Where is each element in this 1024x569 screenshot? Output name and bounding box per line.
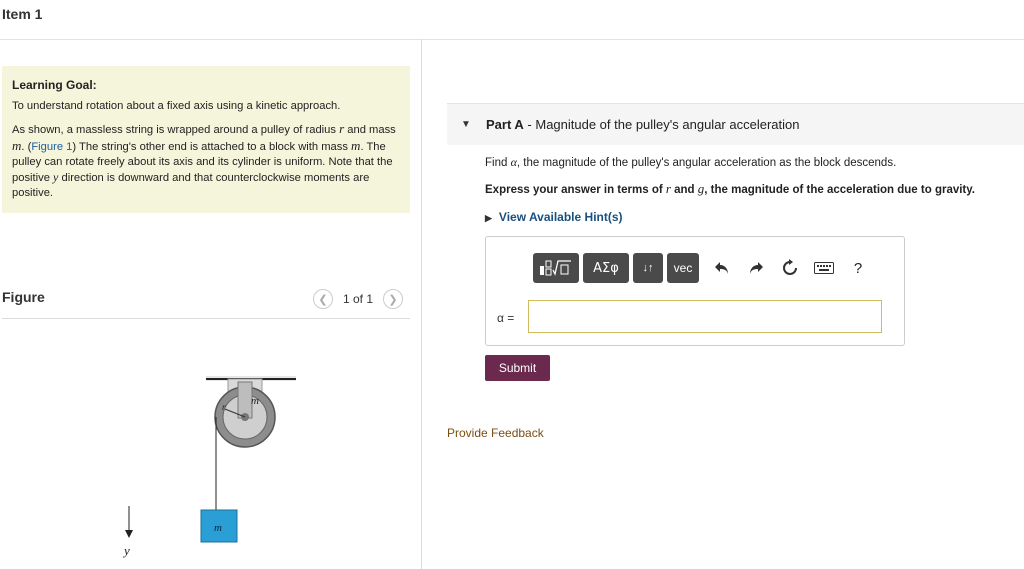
question-prompt: Find α, the magnitude of the pulley's an…	[485, 155, 896, 170]
hints-label: View Available Hint(s)	[498, 210, 623, 224]
item-title: Item 1	[2, 6, 43, 22]
header-divider	[0, 39, 1024, 40]
text: , the magnitude of the acceleration due …	[704, 184, 976, 196]
undo-button[interactable]	[707, 253, 737, 283]
text: As shown, a massless string is wrapped a…	[12, 124, 340, 136]
figure-label: Figure	[2, 289, 45, 305]
greek-symbols-button[interactable]: ΑΣφ	[583, 253, 629, 283]
fraction-root-templates-icon	[540, 260, 571, 276]
answer-input[interactable]	[528, 300, 882, 333]
collapse-caret-icon[interactable]: ▼	[461, 119, 471, 130]
text: ) The string's other end is attached to …	[72, 141, 352, 153]
mount-bracket	[237, 381, 253, 419]
text: . (	[21, 141, 32, 153]
figure-link[interactable]: Figure 1	[31, 141, 72, 153]
vector-button[interactable]: vec	[667, 253, 699, 283]
math-toolbar: ΑΣφ ↓↑ vec ?	[533, 253, 873, 283]
templates-button[interactable]	[533, 253, 579, 283]
part-a-heading: - Magnitude of the pulley's angular acce…	[523, 117, 800, 132]
redo-button[interactable]	[741, 253, 771, 283]
keyboard-icon	[814, 262, 834, 274]
text: Find	[485, 157, 511, 169]
learning-goal-intro: To understand rotation about a fixed axi…	[12, 100, 341, 112]
previous-figure-button[interactable]: ❮	[313, 289, 333, 309]
text: direction is downward and that countercl…	[12, 172, 370, 199]
next-figure-button[interactable]: ❯	[383, 289, 404, 309]
block-mass-label: m	[214, 522, 222, 534]
radius-label: r	[222, 402, 226, 412]
undo-icon	[715, 262, 728, 274]
help-button[interactable]: ?	[843, 253, 873, 283]
part-a-header[interactable]: ▼ Part A - Magnitude of the pulley's ang…	[447, 103, 1024, 145]
submit-button[interactable]: Submit	[485, 355, 550, 381]
chevron-left-icon: ❮	[318, 293, 328, 306]
text: , the magnitude of the pulley's angular …	[516, 157, 897, 169]
part-a-prefix: Part A	[486, 117, 524, 132]
learning-goal-description: As shown, a massless string is wrapped a…	[12, 121, 400, 201]
text: and mass	[344, 124, 396, 136]
figure-pager: ❮ 1 of 1 ❯	[313, 289, 404, 309]
answer-panel: ΑΣφ ↓↑ vec ? α =	[485, 236, 905, 346]
answer-label: α =	[497, 311, 515, 325]
pager-text: 1 of 1	[343, 292, 374, 306]
reset-icon	[783, 259, 797, 275]
redo-icon	[750, 262, 763, 274]
part-a-title: Part A - Magnitude of the pulley's angul…	[486, 117, 799, 132]
pulley-figure: m r m y	[122, 376, 296, 558]
learning-goal-title: Learning Goal:	[12, 78, 97, 92]
pulley-mass-label: m	[251, 395, 259, 407]
keyboard-button[interactable]	[809, 253, 839, 283]
y-axis-arrowhead	[125, 530, 133, 538]
reset-button[interactable]	[775, 253, 805, 283]
chevron-right-icon: ❯	[388, 293, 398, 306]
view-hints-link[interactable]: ▶ View Available Hint(s)	[485, 210, 623, 224]
provide-feedback-link[interactable]: Provide Feedback	[447, 426, 544, 440]
learning-goal-box: Learning Goal: To understand rotation ab…	[2, 66, 410, 213]
text: and	[670, 184, 698, 196]
caret-right-icon: ▶	[485, 213, 492, 223]
subscript-superscript-button[interactable]: ↓↑	[633, 253, 663, 283]
text: Express your answer in terms of	[485, 184, 666, 196]
figure-divider	[2, 318, 410, 319]
answer-instructions: Express your answer in terms of r and g,…	[485, 181, 975, 197]
y-axis-label: y	[122, 543, 130, 558]
pane-divider	[421, 39, 422, 569]
mass-symbol: m	[12, 138, 22, 153]
